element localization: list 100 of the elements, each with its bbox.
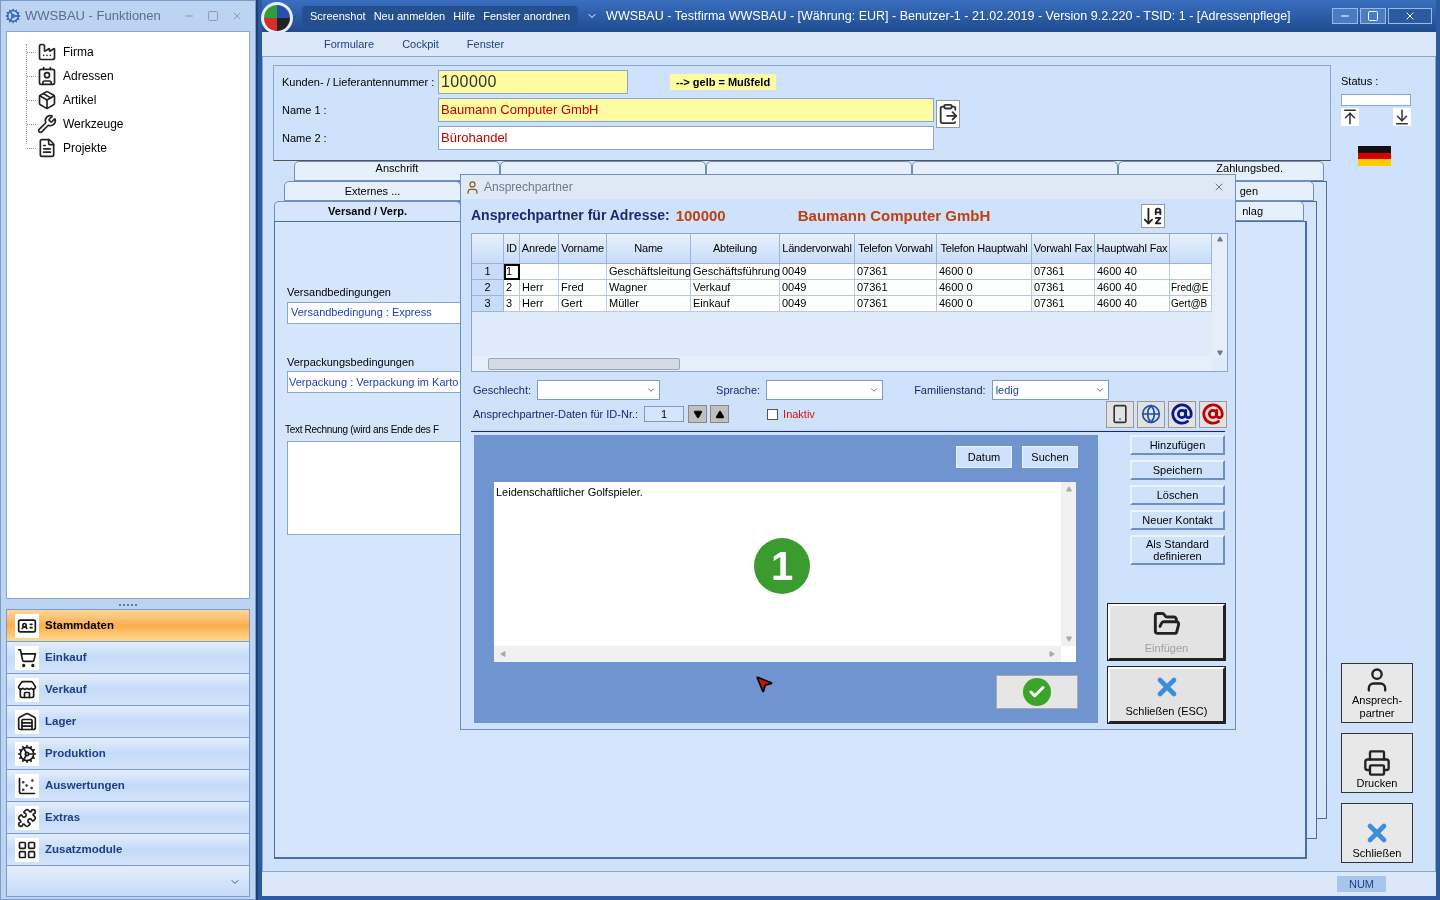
action-button[interactable]: Neuer Kontakt — [1130, 510, 1225, 530]
tree-item[interactable]: Werkzeuge — [63, 115, 124, 133]
nav-item[interactable]: Auswertungen — [7, 770, 249, 802]
puzzle-icon — [17, 807, 37, 828]
quick-menu-item[interactable]: Screenshot — [310, 7, 366, 25]
tree-item[interactable]: Projekte — [63, 139, 108, 157]
minimize-button[interactable] — [1332, 8, 1358, 24]
column-header[interactable]: Ländervorwahl — [780, 233, 855, 264]
menu-item[interactable]: Cockpit — [402, 35, 439, 53]
download-icon[interactable] — [1393, 107, 1411, 126]
close-icon — [1404, 10, 1416, 22]
tab[interactable]: Externes ... — [284, 181, 461, 201]
toolbar-button[interactable]: Ansprech-partner — [1341, 663, 1413, 723]
column-header[interactable]: ID — [504, 233, 520, 264]
next-button[interactable] — [688, 405, 708, 424]
column-header[interactable]: Name — [607, 233, 691, 264]
scroll-down-icon[interactable] — [1215, 349, 1224, 356]
invoice-text-field[interactable] — [287, 441, 461, 535]
quick-menu-item[interactable]: Fenster anordnen — [483, 7, 571, 25]
confirm-button[interactable] — [996, 675, 1078, 709]
action-button[interactable]: Hinzufügen — [1130, 435, 1225, 455]
nav-item[interactable]: Extras — [7, 802, 249, 834]
email-icon[interactable] — [1202, 403, 1224, 426]
scroll-right-icon[interactable] — [1048, 651, 1056, 657]
customer-number-field[interactable]: 100000 — [438, 70, 628, 94]
section-label: Versandbedingungen — [287, 285, 391, 300]
column-header[interactable]: Telefon Vorwahl — [855, 233, 937, 264]
menu-item[interactable]: Fenster — [466, 35, 505, 53]
scroll-up-icon[interactable] — [1064, 486, 1073, 492]
scroll-up-icon[interactable] — [1215, 235, 1224, 242]
nav-item[interactable]: Einkauf — [7, 642, 249, 674]
large-button[interactable]: Schließen (ESC) — [1108, 667, 1225, 723]
column-header[interactable]: Telefon Hauptwahl — [937, 233, 1032, 264]
menu-item[interactable]: Formulare — [324, 35, 375, 53]
address-card-icon — [37, 66, 57, 86]
clipboard-icon[interactable] — [936, 100, 960, 128]
tab[interactable]: Anschrift — [294, 161, 500, 181]
id-field[interactable]: 1 — [644, 406, 685, 423]
column-header[interactable]: Abteilung — [691, 233, 780, 264]
dropdown[interactable] — [537, 380, 661, 401]
memo-button[interactable]: Datum — [956, 446, 1012, 468]
printer-icon — [1363, 749, 1391, 777]
maximize-button[interactable] — [1360, 8, 1386, 24]
quick-menu-item[interactable]: Hilfe — [453, 7, 476, 25]
legend-note: --> gelb = Mußfeld — [670, 73, 777, 91]
tree-item[interactable]: Adressen — [63, 67, 114, 85]
previous-button[interactable] — [710, 405, 730, 424]
company-name: Baumann Computer GmbH — [797, 205, 991, 226]
action-button[interactable]: Als Standard definieren — [1130, 535, 1225, 565]
checkbox[interactable] — [767, 408, 779, 420]
horizontal-scrollbar[interactable] — [494, 646, 1061, 662]
upload-icon[interactable] — [1341, 107, 1359, 126]
vertical-scrollbar[interactable] — [1212, 233, 1227, 358]
wrench-icon — [37, 114, 57, 134]
tree-item[interactable]: Artikel — [63, 91, 97, 109]
sort-icon[interactable] — [1141, 203, 1165, 228]
nav-item[interactable]: Verkauf — [7, 674, 249, 706]
nav-item[interactable]: Produktion — [7, 738, 249, 770]
tab[interactable]: Versand / Verp. — [274, 201, 461, 221]
action-button[interactable]: Löschen — [1130, 485, 1225, 505]
vertical-scrollbar[interactable] — [1061, 482, 1076, 646]
close-icon[interactable] — [1213, 181, 1225, 193]
column-header[interactable]: Anrede — [520, 233, 559, 264]
close-button[interactable] — [1388, 8, 1432, 24]
nav-item[interactable]: Zusatzmodule — [7, 834, 249, 866]
globe-icon[interactable] — [1141, 404, 1161, 425]
dropdown[interactable] — [766, 380, 884, 401]
memo-button[interactable]: Suchen — [1022, 446, 1078, 468]
nav-item[interactable]: Stammdaten — [7, 610, 249, 642]
shipping-field[interactable]: Versandbedingung : Express — [287, 301, 461, 324]
toolbar-button[interactable]: Drucken — [1341, 733, 1413, 793]
scroll-down-icon[interactable] — [1064, 636, 1073, 642]
close-icon[interactable] — [231, 10, 243, 22]
cart-icon — [17, 647, 37, 668]
status-field[interactable] — [1341, 93, 1411, 106]
nav-item[interactable]: Lager — [7, 706, 249, 738]
column-header[interactable]: Hauptwahl Fax — [1095, 233, 1170, 264]
address-number: 100000 — [675, 205, 726, 226]
name-field[interactable]: Baumann Computer GmbH — [438, 98, 934, 122]
name-field[interactable]: Bürohandel — [438, 126, 934, 150]
quick-menu-item[interactable]: Neu anmelden — [373, 7, 446, 25]
packing-field[interactable]: Verpackung : Verpackung im Karto — [287, 371, 461, 393]
header-cell[interactable] — [1170, 233, 1212, 264]
field-label: Kunden- / Lieferantennummer : — [282, 74, 436, 90]
status-label: Status : — [1341, 74, 1379, 89]
notes-field[interactable]: Leidenschaftlicher Golfspieler. 1 — [494, 482, 1076, 662]
email-icon[interactable] — [1171, 403, 1193, 426]
tree-item[interactable]: Firma — [63, 43, 94, 61]
horizontal-scrollbar[interactable] — [472, 356, 1212, 372]
maximize-icon[interactable] — [207, 10, 219, 22]
dropdown[interactable]: ledig — [991, 380, 1109, 401]
column-header[interactable]: Vorname — [559, 233, 607, 264]
store-icon — [17, 679, 37, 700]
phone-icon[interactable] — [1110, 404, 1130, 425]
checkbox-label: Inaktiv — [783, 406, 815, 422]
toolbar-button[interactable]: Schließen — [1341, 803, 1413, 863]
action-button[interactable]: Speichern — [1130, 460, 1225, 480]
checkmark-icon — [1023, 678, 1051, 706]
column-header[interactable]: Vorwahl Fax — [1032, 233, 1095, 264]
scroll-left-icon[interactable] — [499, 651, 507, 657]
